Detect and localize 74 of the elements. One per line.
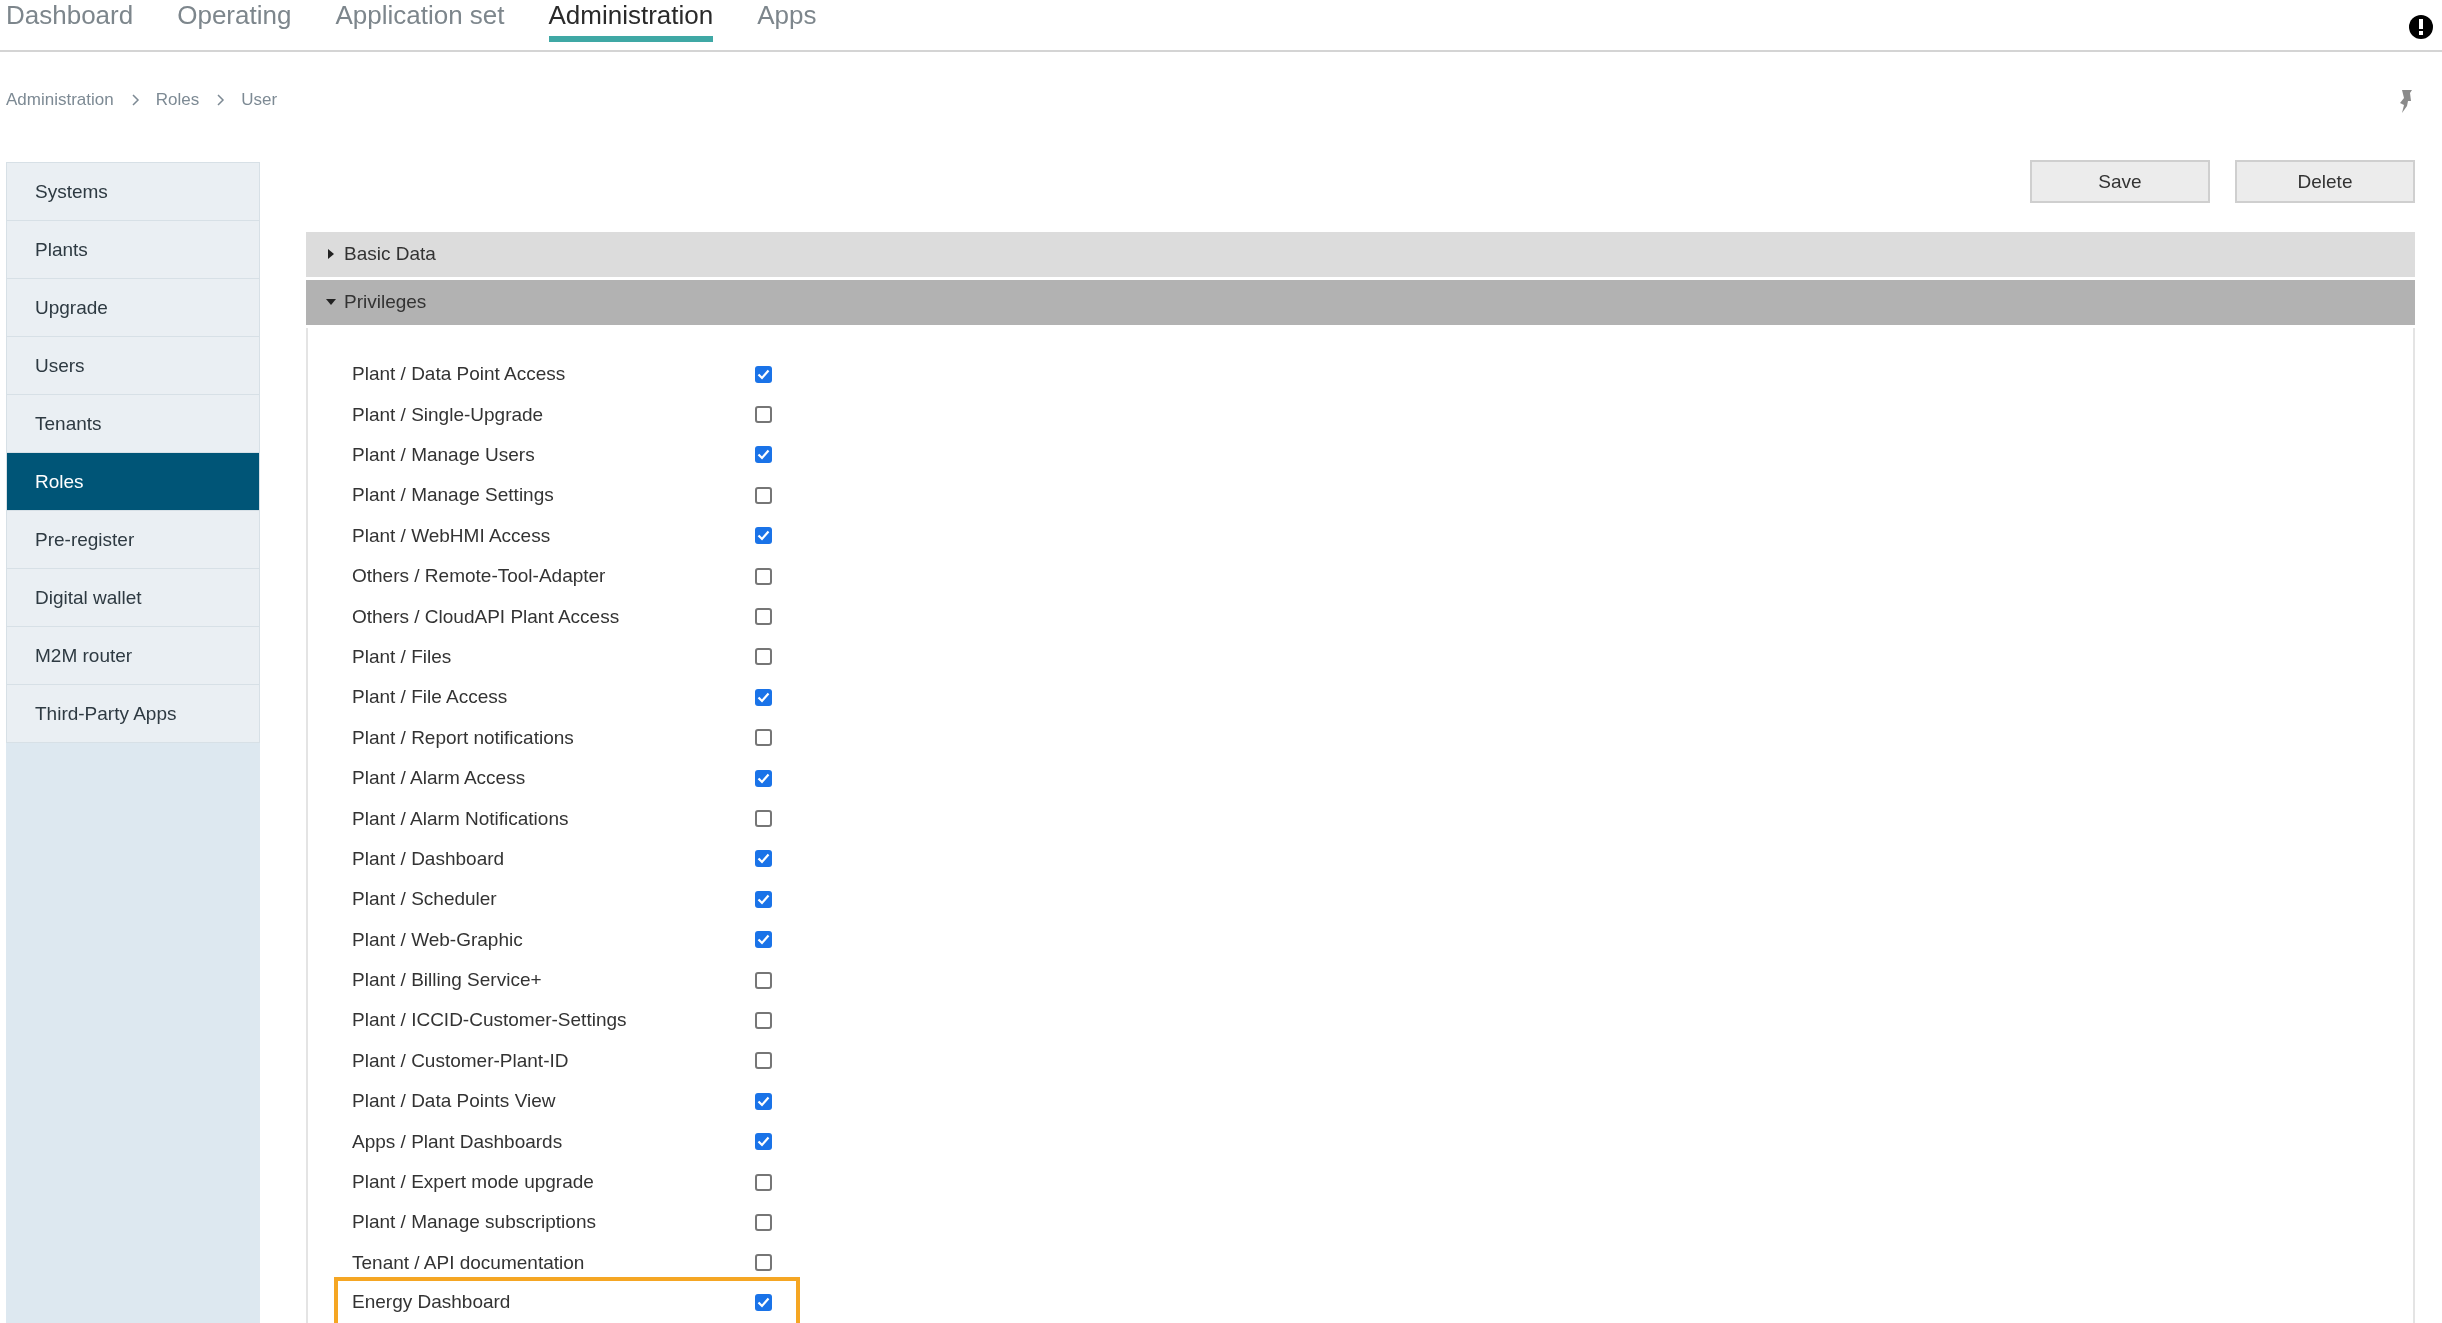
checkbox[interactable] bbox=[755, 931, 772, 949]
checkbox[interactable] bbox=[755, 1092, 772, 1110]
checkbox[interactable] bbox=[755, 810, 772, 827]
privilege-label: Plant / File Access bbox=[352, 686, 509, 709]
nav-tab[interactable]: Application set bbox=[335, 0, 505, 42]
checkbox[interactable] bbox=[755, 769, 772, 787]
privilege-label: Apps / Plant Dashboards bbox=[352, 1130, 564, 1153]
checkbox[interactable] bbox=[755, 567, 772, 585]
checkbox[interactable] bbox=[755, 446, 772, 464]
sidebar-item[interactable]: Digital wallet bbox=[6, 569, 260, 627]
checkbox[interactable] bbox=[755, 527, 772, 545]
checkbox[interactable] bbox=[755, 1052, 772, 1070]
checkbox[interactable] bbox=[755, 608, 772, 626]
nav-tab[interactable]: Administration bbox=[548, 0, 714, 42]
privilege-label: Plant / Scheduler bbox=[352, 888, 498, 911]
nav-tab[interactable]: Dashboard bbox=[6, 0, 134, 42]
checkbox[interactable] bbox=[755, 486, 772, 504]
checkbox[interactable] bbox=[755, 729, 772, 747]
checkbox[interactable] bbox=[755, 406, 772, 424]
sidebar-item[interactable]: Roles bbox=[6, 453, 260, 511]
sidebar-item[interactable]: Plants bbox=[6, 221, 260, 279]
privilege-label: Plant / Web-Graphic bbox=[352, 928, 524, 951]
privilege-label: Plant / Single-Upgrade bbox=[352, 403, 545, 426]
nav-tab[interactable]: Operating bbox=[177, 0, 292, 42]
action-button[interactable]: Save bbox=[2030, 160, 2210, 203]
checkbox[interactable] bbox=[755, 648, 772, 666]
checkbox[interactable] bbox=[755, 1011, 772, 1029]
privilege-label: Energy Dashboard bbox=[352, 1291, 512, 1313]
privilege-label: Plant / Alarm Access bbox=[352, 767, 527, 790]
action-button[interactable]: Delete bbox=[2235, 160, 2415, 203]
chevron-icon bbox=[215, 94, 226, 106]
sidebar-item[interactable]: Upgrade bbox=[6, 279, 260, 337]
checkbox[interactable] bbox=[755, 1173, 772, 1191]
checkbox[interactable] bbox=[755, 1293, 772, 1311]
privilege-label: Plant / Data Point Access bbox=[352, 363, 567, 386]
sidebar-item[interactable]: Systems bbox=[6, 162, 260, 221]
privilege-label: Plant / Files bbox=[352, 645, 453, 668]
nav-tab[interactable]: Apps bbox=[757, 0, 817, 42]
checkbox[interactable] bbox=[755, 688, 772, 706]
breadcrumb-link[interactable]: Administration bbox=[6, 90, 114, 110]
privilege-label: Plant / Manage Settings bbox=[352, 484, 555, 507]
sidebar-item[interactable]: Tenants bbox=[6, 395, 260, 453]
privilege-label: Plant / Billing Service+ bbox=[352, 969, 543, 992]
privilege-label: Others / Remote-Tool-Adapter bbox=[352, 565, 607, 588]
privilege-label: Plant / Report notifications bbox=[352, 726, 575, 749]
privilege-label: Plant / Manage Users bbox=[352, 444, 536, 466]
privilege-label: Plant / ICCID-Customer-Settings bbox=[352, 1009, 628, 1032]
sidebar-item[interactable]: M2M router bbox=[6, 627, 260, 685]
checkbox[interactable] bbox=[755, 971, 772, 989]
section-header[interactable]: Basic Data bbox=[306, 231, 2415, 277]
privilege-label: Plant / Customer-Plant-ID bbox=[352, 1049, 570, 1072]
checkbox[interactable] bbox=[755, 1254, 772, 1272]
alert-icon[interactable] bbox=[2408, 14, 2434, 40]
privilege-label: Tenant / API documentation bbox=[352, 1251, 586, 1274]
privilege-label: Plant / Data Points View bbox=[352, 1090, 557, 1113]
sidebar-item[interactable]: Users bbox=[6, 337, 260, 395]
section-header[interactable]: Privileges bbox=[306, 279, 2415, 325]
privilege-label: Plant / Manage subscriptions bbox=[352, 1211, 597, 1234]
privilege-label: Plant / Dashboard bbox=[352, 847, 506, 870]
privilege-label: Plant / Expert mode upgrade bbox=[352, 1171, 595, 1193]
breadcrumb-link[interactable]: User bbox=[241, 90, 278, 110]
caret-icon bbox=[326, 249, 336, 260]
privilege-label: Plant / Alarm Notifications bbox=[352, 807, 570, 830]
checkbox[interactable] bbox=[755, 1213, 772, 1231]
checkbox[interactable] bbox=[755, 850, 772, 868]
breadcrumb-link[interactable]: Roles bbox=[155, 90, 200, 110]
privilege-label: Others / CloudAPI Plant Access bbox=[352, 605, 621, 628]
checkbox[interactable] bbox=[755, 1133, 772, 1151]
checkbox[interactable] bbox=[755, 365, 772, 383]
checkbox[interactable] bbox=[755, 890, 772, 908]
chevron-icon bbox=[129, 94, 140, 106]
sidebar-item[interactable]: Pre-register bbox=[6, 511, 260, 569]
privilege-label: Plant / WebHMI Access bbox=[352, 524, 552, 547]
sidebar-item[interactable]: Third-Party Apps bbox=[6, 685, 260, 743]
